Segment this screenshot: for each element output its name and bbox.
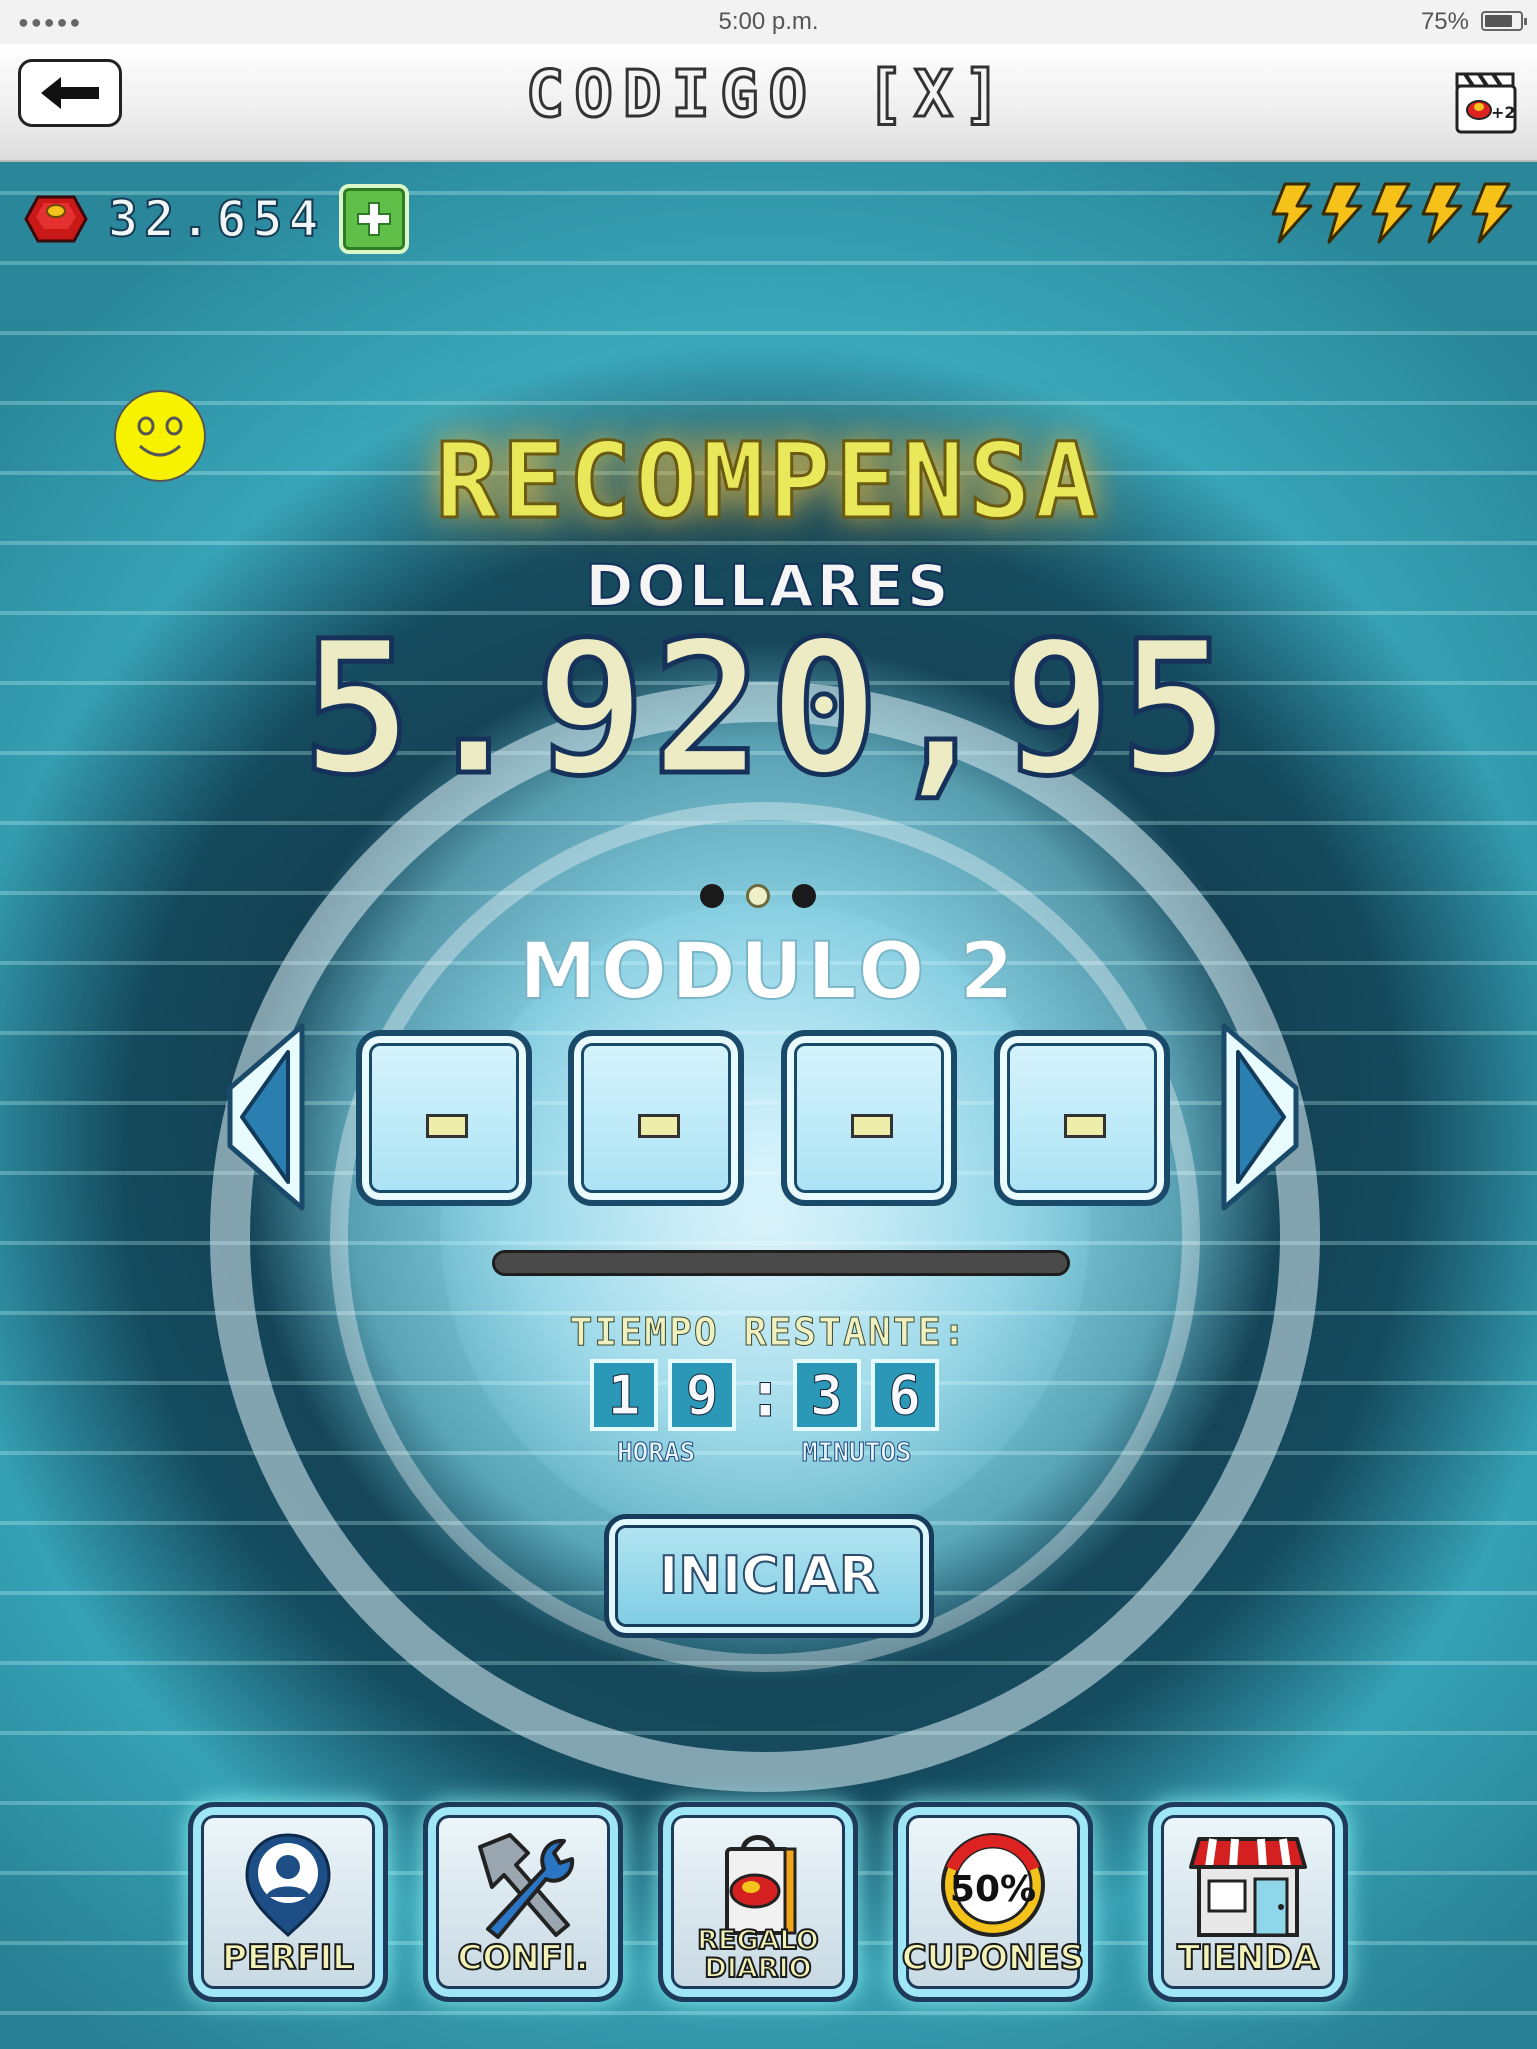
next-module-button[interactable] <box>1214 1022 1304 1212</box>
reward-title: RECOMPENSA <box>434 419 1102 544</box>
coin-counter: 32.654 <box>24 184 409 254</box>
game-stage: 32.654 RECOMPENSA DOLLARES 5.920,95 MODU… <box>0 162 1537 2049</box>
code-slot-4[interactable] <box>994 1030 1170 1206</box>
reward-amount: 5.920,95 <box>299 600 1236 819</box>
page-title: CODIGO [X] <box>524 57 1012 134</box>
battery-icon <box>1481 11 1527 31</box>
minutes-digit-2: 6 <box>870 1359 939 1431</box>
nav-shop-button[interactable]: TIENDA <box>1148 1802 1348 2002</box>
bottom-nav: PERFIL CONFI. REGALO DIARIO 50% CUPONES … <box>188 1802 1348 2002</box>
code-slot-1[interactable] <box>356 1030 532 1206</box>
page-dot[interactable] <box>792 884 816 908</box>
video-reward-button[interactable]: +2 <box>1455 70 1517 134</box>
nav-profile-button[interactable]: PERFIL <box>188 1802 388 2002</box>
energy-bolt-icon <box>1321 182 1363 244</box>
nav-daily-gift-button[interactable]: REGALO DIARIO <box>658 1802 858 2002</box>
minutes-digit-1: 3 <box>792 1359 861 1431</box>
hours-digit-1: 1 <box>590 1359 658 1431</box>
nav-profile-label: PERFIL <box>221 1938 355 1978</box>
coin-balance: 32.654 <box>107 189 325 249</box>
page-dot[interactable] <box>746 884 770 908</box>
energy-bolt-icon <box>1471 182 1513 244</box>
page-indicator <box>700 884 816 908</box>
minutes-label: MINUTOS <box>802 1438 913 1469</box>
code-slot-3[interactable] <box>781 1030 957 1206</box>
progress-bar <box>492 1250 1070 1276</box>
gem-coin-icon <box>24 195 88 243</box>
code-slot-marker <box>851 1114 893 1138</box>
nav-coupons-button[interactable]: 50% CUPONES <box>893 1802 1093 2002</box>
profile-icon <box>245 1833 331 1938</box>
shop-icon <box>1189 1837 1307 1937</box>
nav-daily-gift-label: REGALO DIARIO <box>696 1925 820 1984</box>
plus-icon <box>356 202 391 236</box>
hours-label: HORAS <box>616 1438 696 1469</box>
gift-bag-icon <box>725 1835 797 1935</box>
energy-meter <box>1267 182 1515 244</box>
hours-digit-2: 9 <box>668 1359 736 1431</box>
add-coins-button[interactable] <box>338 184 409 254</box>
battery-percent: 75% <box>1420 8 1469 35</box>
code-slot-marker <box>638 1114 680 1138</box>
previous-module-button[interactable] <box>222 1022 312 1212</box>
status-bar: ●●●●● 5:00 p.m. 75% <box>0 0 1537 44</box>
start-button[interactable]: INICIAR <box>604 1514 934 1638</box>
coupon-badge: 50% <box>950 1869 1036 1910</box>
code-slot-marker <box>1064 1114 1106 1138</box>
nav-settings-button[interactable]: CONFI. <box>423 1802 623 2002</box>
svg-text:+2: +2 <box>1491 103 1516 122</box>
coupon-icon: 50% <box>941 1833 1045 1937</box>
clock: 5:00 p.m. <box>718 8 819 35</box>
nav-shop-label: TIENDA <box>1176 1938 1320 1978</box>
timer-separator: : <box>746 1358 786 1433</box>
header: CODIGO [X] +2 <box>0 44 1537 162</box>
energy-bolt-icon <box>1421 182 1463 244</box>
energy-bolt-icon <box>1271 182 1313 244</box>
code-slot-2[interactable] <box>568 1030 744 1206</box>
countdown-timer: 1 9 : 3 6 <box>590 1358 949 1433</box>
time-remaining-label: TIEMPO RESTANTE: <box>569 1310 968 1355</box>
nav-coupons-label: CUPONES <box>901 1938 1086 1978</box>
page-dot[interactable] <box>700 884 724 908</box>
module-title: MODULO 2 <box>518 926 1018 1018</box>
clapperboard-icon: +2 <box>1455 72 1517 134</box>
nav-settings-label: CONFI. <box>456 1938 589 1978</box>
tools-icon <box>478 1833 575 1939</box>
code-slot-marker <box>426 1114 468 1138</box>
energy-bolt-icon <box>1371 182 1413 244</box>
